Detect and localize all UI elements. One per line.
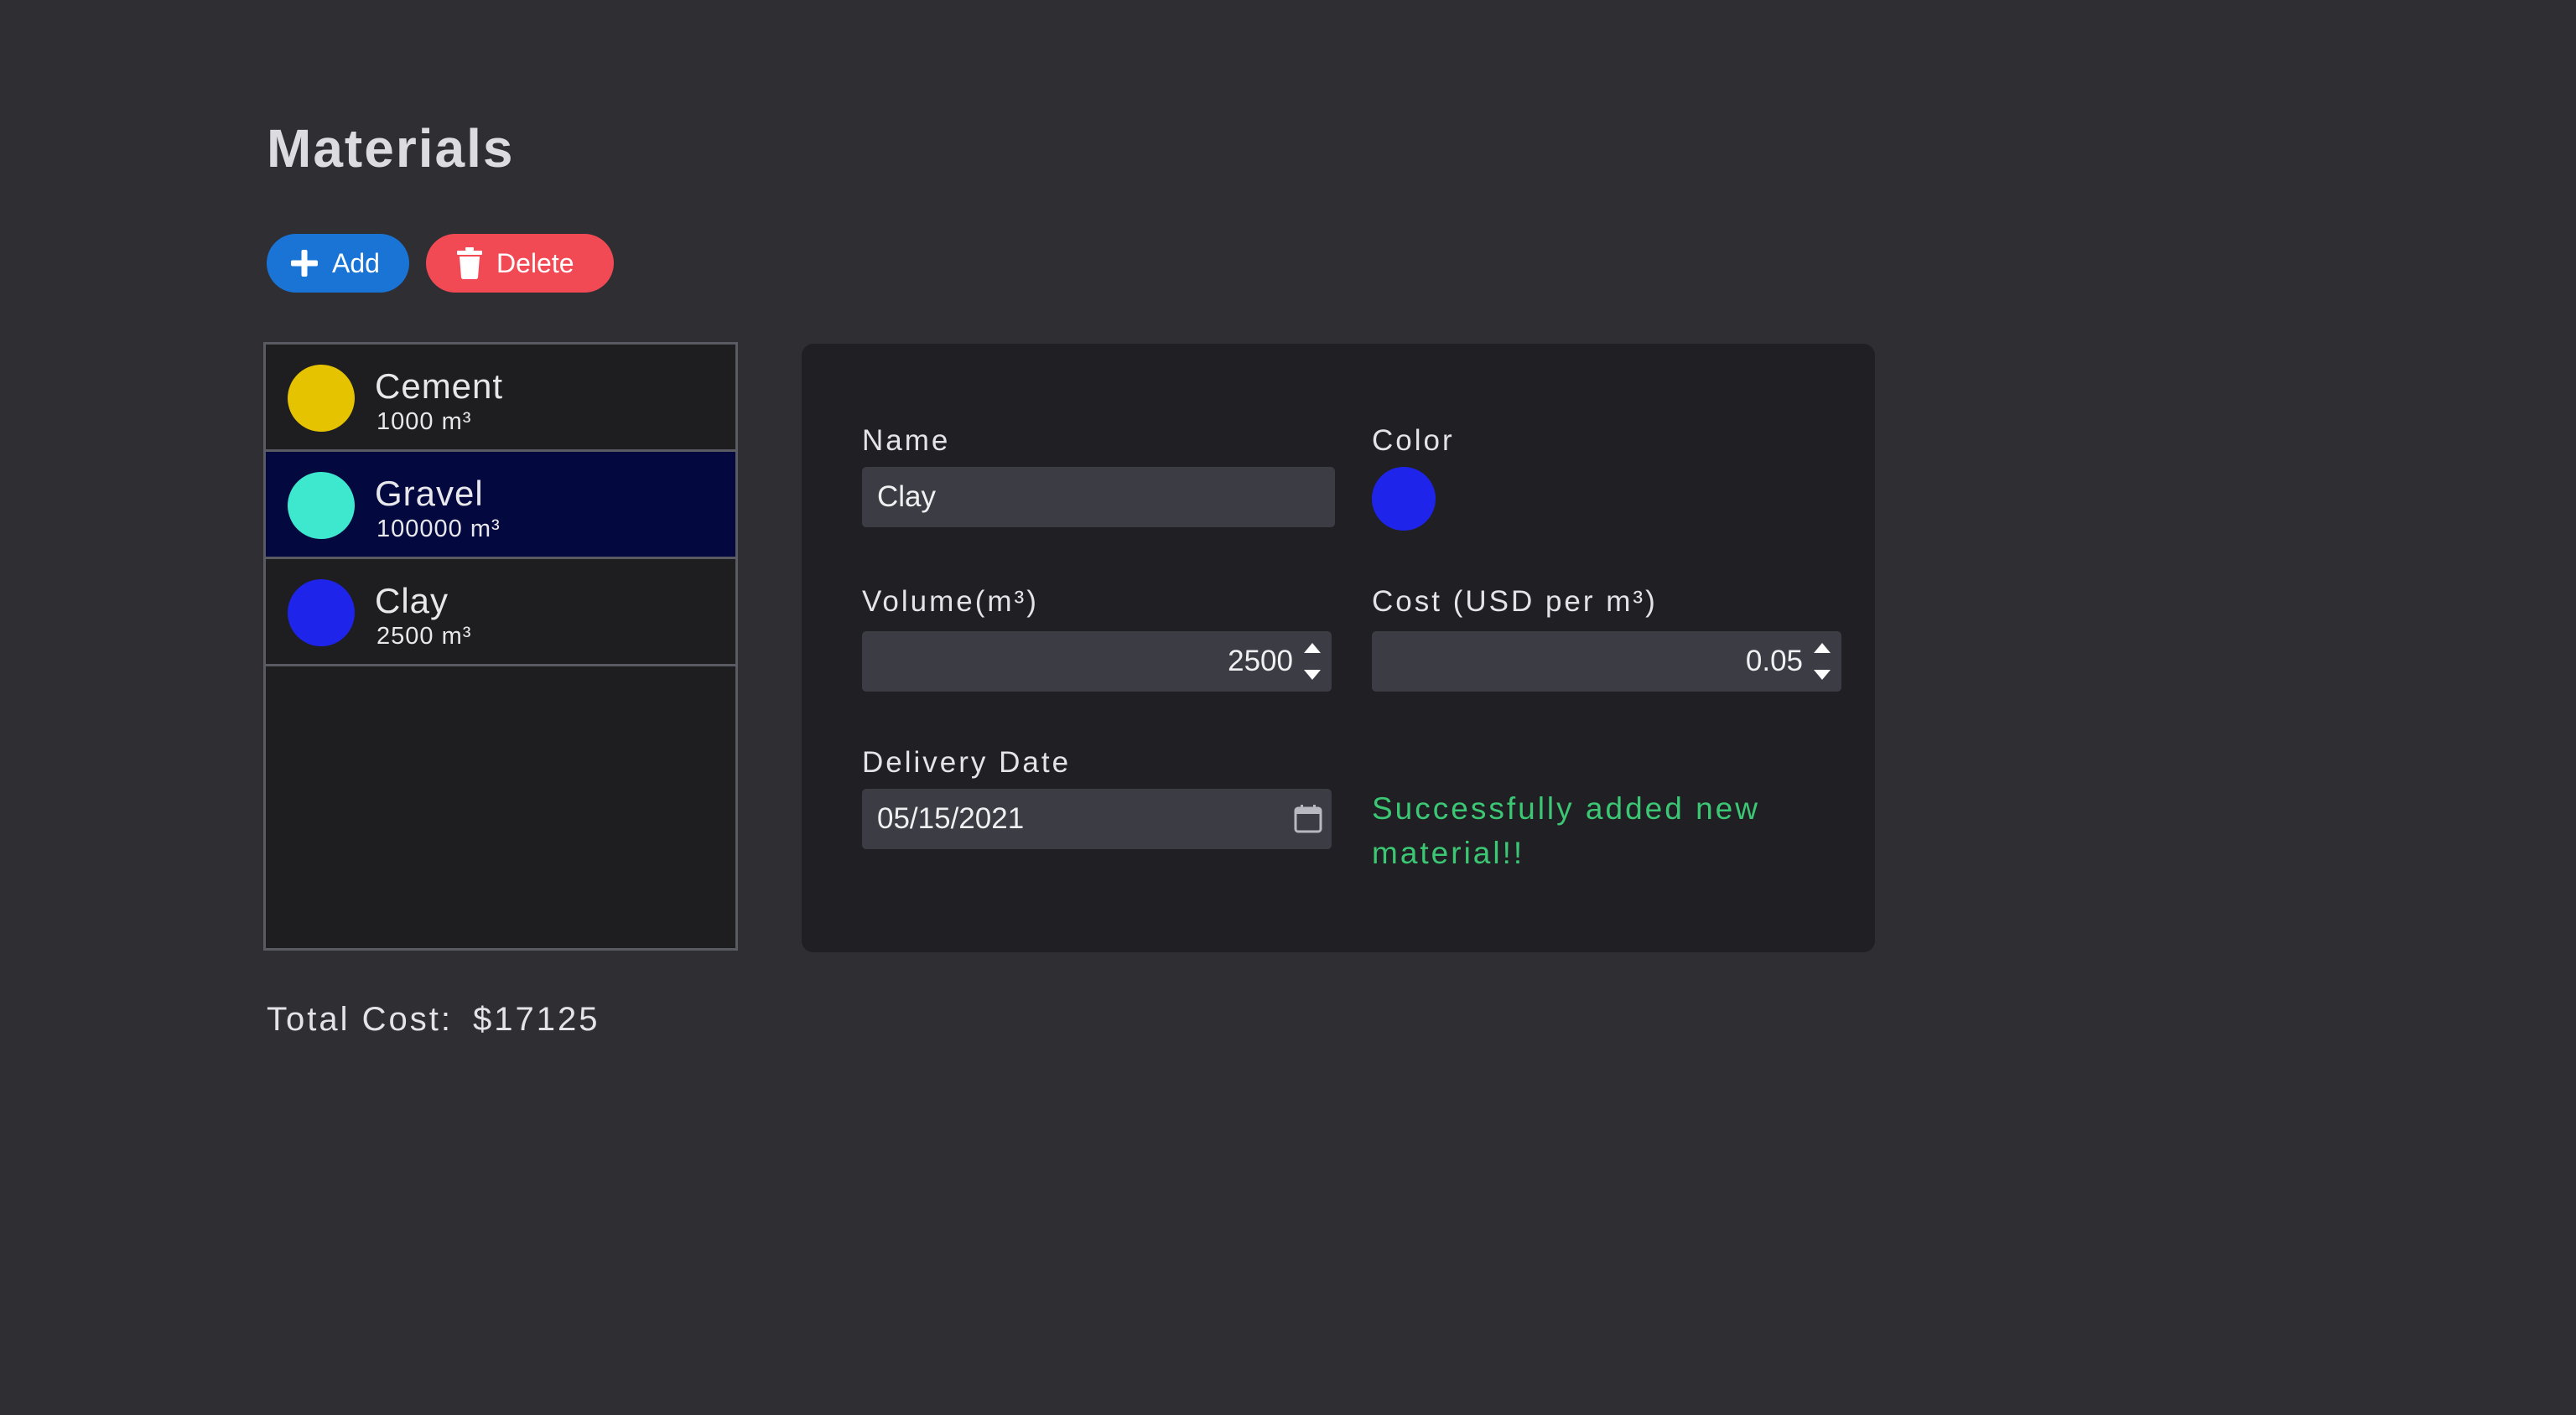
delete-button[interactable]: Delete xyxy=(426,234,614,293)
material-name: Cement xyxy=(375,366,504,406)
name-label: Name xyxy=(862,424,951,457)
materials-list: Cement 1000 m³ Gravel 100000 m³ Clay 250… xyxy=(263,342,738,951)
material-volume: 1000 m³ xyxy=(377,408,472,435)
material-name: Gravel xyxy=(375,474,484,513)
calendar-icon[interactable] xyxy=(1293,804,1323,834)
delete-button-label: Delete xyxy=(496,247,574,278)
arrow-down-icon[interactable] xyxy=(1304,670,1321,680)
material-volume: 100000 m³ xyxy=(377,516,501,542)
arrow-down-icon[interactable] xyxy=(1814,670,1831,680)
total-cost-value: $17125 xyxy=(472,1001,600,1038)
cost-label: Cost (USD per m³) xyxy=(1372,585,1658,618)
total-cost: Total Cost: $17125 xyxy=(267,1001,600,1039)
material-color-swatch xyxy=(288,365,355,432)
list-item-clay[interactable]: Clay 2500 m³ xyxy=(266,559,735,666)
arrow-up-icon[interactable] xyxy=(1814,643,1831,653)
page-title: Materials xyxy=(267,118,515,179)
plus-icon xyxy=(290,249,319,277)
add-button[interactable]: Add xyxy=(267,234,409,293)
delivery-date-value: 05/15/2021 xyxy=(877,802,1025,835)
cost-value: 0.05 xyxy=(1745,645,1803,677)
delivery-date-label: Delivery Date xyxy=(862,746,1072,779)
materials-page: Materials Add Delete Cement 1000 m³ Grav… xyxy=(0,0,2576,1415)
volume-label: Volume(m³) xyxy=(862,585,1039,618)
cost-input[interactable]: 0.05 xyxy=(1372,631,1841,692)
volume-input[interactable]: 2500 xyxy=(862,631,1332,692)
name-input[interactable]: Clay xyxy=(862,467,1335,527)
volume-stepper[interactable] xyxy=(1303,643,1322,680)
color-label: Color xyxy=(1372,424,1455,457)
add-button-label: Add xyxy=(332,247,380,278)
material-volume: 2500 m³ xyxy=(377,623,472,650)
volume-value: 2500 xyxy=(1228,645,1293,677)
material-name: Clay xyxy=(375,581,449,620)
arrow-up-icon[interactable] xyxy=(1304,643,1321,653)
delivery-date-input[interactable]: 05/15/2021 xyxy=(862,789,1332,849)
material-color-swatch xyxy=(288,472,355,539)
material-color-swatch xyxy=(288,579,355,646)
list-item-gravel[interactable]: Gravel 100000 m³ xyxy=(266,452,735,559)
cost-stepper[interactable] xyxy=(1813,643,1831,680)
color-picker[interactable] xyxy=(1372,467,1436,531)
success-message: Successfully added new material!! xyxy=(1372,791,1760,870)
trash-icon xyxy=(456,247,483,279)
total-cost-label: Total Cost: xyxy=(267,1001,453,1038)
list-item-cement[interactable]: Cement 1000 m³ xyxy=(266,345,735,452)
